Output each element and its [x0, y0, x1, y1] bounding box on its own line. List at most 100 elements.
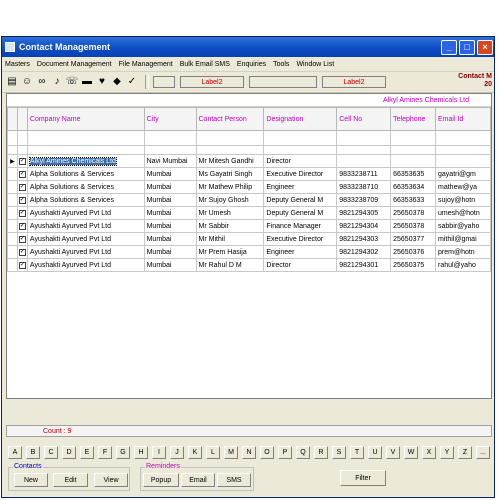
table-cell[interactable]: Ayushakti Ayurved Pvt Ltd [26, 206, 145, 220]
row-checkbox[interactable]: ✓ [18, 249, 26, 256]
popup-reminder-button[interactable]: Popup [143, 473, 179, 487]
sms-reminder-button[interactable]: SMS [217, 473, 251, 487]
contacts-grid[interactable]: Alkyl Amines Chemicals Ltd Company Name C… [6, 93, 492, 399]
table-cell[interactable]: prem@hotn [435, 245, 491, 259]
spellcheck-icon[interactable]: ✓ [126, 76, 138, 88]
heart-icon[interactable]: ♥ [96, 76, 108, 88]
column-header-designation[interactable]: Designation [263, 107, 338, 131]
row-checkbox[interactable]: ✓ [18, 262, 26, 269]
filter-cell[interactable] [435, 130, 491, 146]
row-checkbox-cell[interactable]: ✓ [16, 206, 28, 220]
table-cell[interactable]: Mumbai [143, 180, 197, 194]
menu-item-file-management[interactable]: File Management [119, 61, 173, 68]
table-cell[interactable]: Finance Manager [263, 219, 338, 233]
table-cell[interactable]: 66353635 [390, 167, 437, 181]
table-cell[interactable]: Mumbai [143, 193, 197, 207]
table-cell[interactable]: 9821294301 [336, 258, 392, 272]
row-checkbox-cell[interactable]: ✓ [16, 258, 28, 272]
table-row[interactable]: ✓ Alpha Solutions & Services Mumbai Mr Sujo… [7, 193, 491, 207]
table-cell[interactable]: Mumbai [143, 232, 197, 246]
close-button[interactable]: × [477, 39, 493, 55]
menu-item-bulk-email-sms[interactable]: Bulk Email SMS [180, 61, 230, 68]
phone-icon[interactable]: ☏ [66, 76, 79, 88]
row-checkbox-cell[interactable]: ✓ [16, 167, 28, 181]
row-checkbox-cell[interactable]: ✓ [16, 245, 28, 259]
alpha-button-e[interactable]: E [80, 446, 94, 459]
row-checkbox[interactable]: ✓ [18, 236, 26, 243]
binoculars-icon[interactable]: ∞ [36, 76, 48, 88]
column-header-contact-person[interactable]: Contact Person [195, 107, 265, 131]
table-cell[interactable]: Ms Gayatri Singh [195, 167, 265, 181]
table-cell[interactable]: 9821294303 [336, 232, 392, 246]
row-checkbox-cell[interactable]: ✓ [16, 180, 28, 194]
table-cell[interactable]: Alpha Solutions & Services [26, 193, 145, 207]
alpha-button-r[interactable]: R [314, 446, 328, 459]
table-row[interactable]: ✓ Ayushakti Ayurved Pvt Ltd Mumbai Mr Rahul… [7, 258, 491, 272]
table-cell[interactable]: sabbir@yaho [435, 219, 491, 233]
table-cell[interactable]: Mr Mithil [195, 232, 265, 246]
table-cell[interactable]: 66353633 [390, 193, 437, 207]
alpha-button-c[interactable]: C [44, 446, 58, 459]
table-cell[interactable]: sujoy@hotn [435, 193, 491, 207]
row-checkbox[interactable]: ✓ [18, 171, 26, 178]
row-checkbox[interactable]: ✓ [18, 158, 26, 165]
filter-cell[interactable] [143, 130, 197, 146]
menu-item-masters[interactable]: Masters [5, 61, 30, 68]
table-cell[interactable]: Ayushakti Ayurved Pvt Ltd [26, 232, 145, 246]
filter-cell[interactable] [195, 130, 265, 146]
table-row[interactable]: ✓ Ayushakti Ayurved Pvt Ltd Mumbai Mr Sabbi… [7, 219, 491, 233]
column-header-telephone[interactable]: Telephone [390, 107, 437, 131]
edit-contact-button[interactable]: Edit [53, 473, 88, 487]
filter-cell[interactable] [390, 130, 437, 146]
table-cell[interactable]: Mr Mitesh Gandhi [195, 154, 265, 168]
row-checkbox-cell[interactable]: ✓ [16, 219, 28, 233]
table-row[interactable]: ✓ Ayushakti Ayurved Pvt Ltd Mumbai Mr Umesh… [7, 206, 491, 220]
row-checkbox-cell[interactable]: ✓ [16, 154, 28, 168]
table-row[interactable]: ✓ Alpha Solutions & Services Mumbai Ms Gaya… [7, 167, 491, 181]
table-cell[interactable]: Director [263, 258, 338, 272]
table-cell[interactable]: Mr Umesh [195, 206, 265, 220]
table-cell[interactable]: mithil@gmai [435, 232, 491, 246]
table-row[interactable]: ✓ Ayushakti Ayurved Pvt Ltd Mumbai Mr Mithi… [7, 232, 491, 246]
user-icon[interactable]: ☺ [21, 76, 33, 88]
alpha-button-v[interactable]: V [386, 446, 400, 459]
table-cell[interactable]: 25650378 [390, 206, 437, 220]
column-header-email-id[interactable]: Email Id [435, 107, 491, 131]
table-cell[interactable]: 25650375 [390, 258, 437, 272]
alpha-button-d[interactable]: D [62, 446, 76, 459]
table-cell[interactable]: Navi Mumbai [143, 154, 197, 168]
alpha-button-h[interactable]: H [134, 446, 148, 459]
save-icon[interactable]: ▤ [6, 76, 18, 88]
table-cell[interactable]: 9821294304 [336, 219, 392, 233]
table-row[interactable]: ✓ Alpha Solutions & Services Mumbai Mr Math… [7, 180, 491, 194]
speaker-icon[interactable]: ♪ [51, 76, 63, 88]
menu-item-document-management[interactable]: Document Management [37, 61, 112, 68]
filter-cell[interactable] [336, 130, 392, 146]
table-cell[interactable]: Alpha Solutions & Services [26, 180, 145, 194]
table-cell[interactable]: 9833238709 [336, 193, 392, 207]
alpha-button-b[interactable]: B [26, 446, 40, 459]
table-cell[interactable]: Mumbai [143, 167, 197, 181]
tag-icon[interactable]: ◆ [111, 76, 123, 88]
alpha-button-u[interactable]: U [368, 446, 382, 459]
table-cell[interactable]: Mumbai [143, 206, 197, 220]
table-cell[interactable]: Ayushakti Ayurved Pvt Ltd [26, 258, 145, 272]
toolbar-field-wide[interactable] [249, 76, 317, 88]
column-header-city[interactable]: City [143, 107, 197, 131]
alpha-button-z[interactable]: Z [458, 446, 472, 459]
table-cell[interactable]: gayatri@gm [435, 167, 491, 181]
table-cell[interactable]: Director [263, 154, 338, 168]
table-cell[interactable]: 25650378 [390, 219, 437, 233]
alpha-button-k[interactable]: K [188, 446, 202, 459]
row-checkbox[interactable]: ✓ [18, 210, 26, 217]
alpha-button-s[interactable]: S [332, 446, 346, 459]
table-cell[interactable]: 25650377 [390, 232, 437, 246]
table-cell[interactable]: umesh@hotn [435, 206, 491, 220]
minimize-button[interactable]: _ [441, 39, 457, 55]
table-cell[interactable]: 25650376 [390, 245, 437, 259]
alpha-button-n[interactable]: N [242, 446, 256, 459]
alpha-button-o[interactable]: O [260, 446, 274, 459]
row-checkbox-cell[interactable]: ✓ [16, 232, 28, 246]
table-cell[interactable]: Ayushakti Ayurved Pvt Ltd [26, 219, 145, 233]
table-cell[interactable]: Mr Sabbir [195, 219, 265, 233]
